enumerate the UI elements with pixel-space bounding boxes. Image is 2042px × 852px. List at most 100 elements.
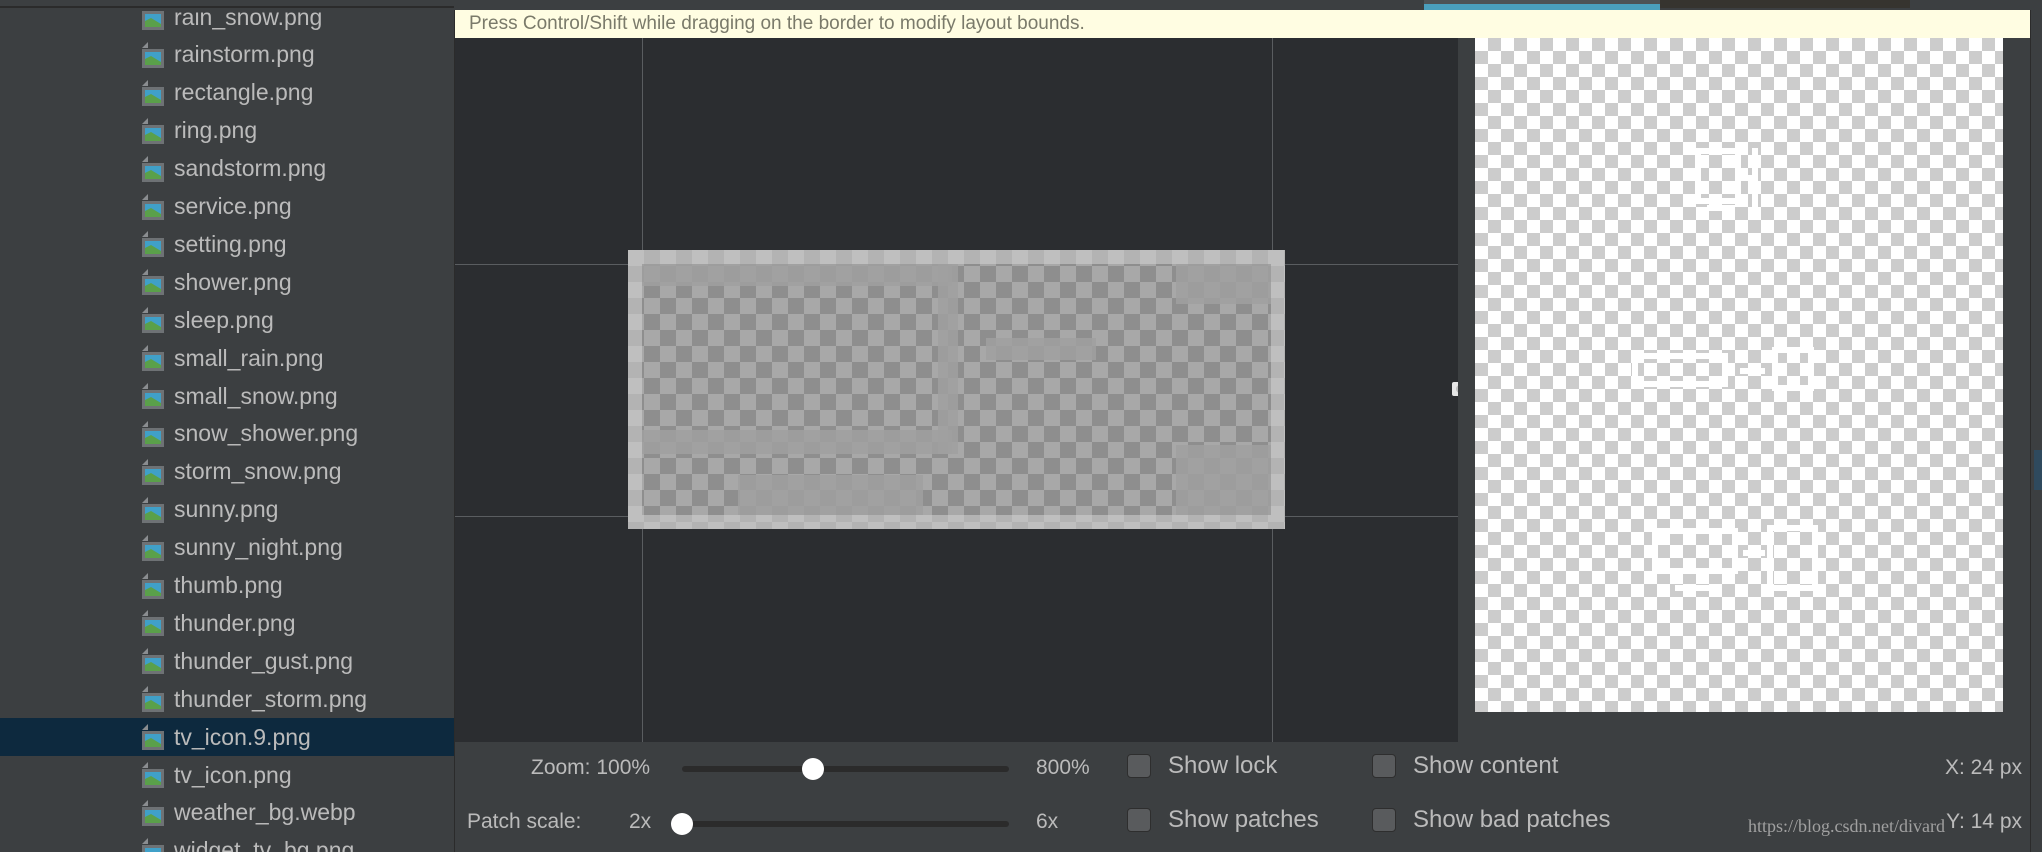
image-file-icon [142,648,164,675]
file-name: service.png [174,193,292,219]
file-tree-item[interactable]: thumb.png [0,567,454,605]
file-name: shower.png [174,268,292,295]
file-name: thunder.png [174,609,296,636]
image-region [1176,445,1271,515]
file-tree-item[interactable]: thunder_gust.png [0,642,454,680]
tv-icon-preview-small [1695,148,1758,211]
image-file-icon [142,307,164,334]
zoom-slider-thumb[interactable] [801,758,824,780]
file-tree-item[interactable]: sandstorm.png [0,150,454,188]
image-file-icon [142,534,164,561]
image-region [642,264,952,286]
zoom-slider[interactable] [682,766,1009,772]
show-content-label[interactable]: Show content [1413,752,1558,780]
file-tree-item[interactable]: rainstorm.png [0,36,454,74]
nine-patch-image[interactable] [628,250,1285,529]
file-name: ring.png [174,117,258,144]
file-tree-item[interactable]: tv_icon.png [0,756,454,794]
file-name: sunny_night.png [174,534,343,561]
file-name: snow_shower.png [174,420,359,447]
file-tree-item[interactable]: thunder.png [0,604,454,642]
file-tree-item[interactable]: sunny_night.png [0,529,454,567]
file-name: thunder_storm.png [174,685,368,712]
editor-hint-bar: Press Control/Shift while dragging on th… [455,10,2030,38]
stretch-preview [1475,38,2003,712]
file-name: small_rain.png [174,344,324,371]
image-file-icon [142,41,164,68]
file-tree-item[interactable]: storm_snow.png [0,453,454,491]
image-file-icon [142,496,164,523]
image-file-icon [142,762,164,788]
nine-patch-editor-canvas[interactable] [455,38,1458,742]
file-tree-item[interactable]: widget_tv_bg.png [0,832,454,852]
file-tree-item[interactable]: shower.png [0,263,454,301]
file-name: setting.png [174,230,287,257]
file-name: sandstorm.png [174,155,327,182]
image-file-icon [142,420,164,447]
tv-icon-preview-large [1652,525,1818,591]
file-tree-item[interactable]: tv_icon.9.png [0,718,454,757]
show-lock-label[interactable]: Show lock [1168,752,1277,780]
file-name: sleep.png [174,306,274,333]
image-file-icon [142,686,164,713]
show-lock-checkbox[interactable] [1127,754,1151,778]
image-file-icon [142,231,164,258]
file-tree-item[interactable]: setting.png [0,225,454,263]
image-region [986,338,1096,360]
x-coordinate-readout: X: 24 px [1944,756,2022,779]
file-tree-item[interactable]: sleep.png [0,301,454,339]
patch-scale-slider-thumb[interactable] [671,813,693,835]
patch-scale-max-label: 6x [1036,810,1059,833]
file-tree-item[interactable]: sunny.png [0,491,454,529]
image-file-icon [142,572,164,599]
image-file-icon [142,10,164,30]
file-tree-item[interactable]: snow_shower.png [0,415,454,453]
show-content-checkbox[interactable] [1372,754,1396,778]
patch-scale-min-label: 2x [629,810,652,833]
image-file-icon [142,610,164,637]
zoom-label: Zoom: 100% [531,756,651,779]
show-patches-checkbox[interactable] [1127,808,1151,832]
show-patches-label[interactable]: Show patches [1168,806,1319,834]
image-file-icon [142,79,164,106]
image-file-icon [142,345,164,372]
file-name: rectangle.png [174,79,314,106]
file-tree-item[interactable]: small_rain.png [0,339,454,377]
file-tree-item[interactable]: weather_bg.webp [0,794,454,832]
y-coordinate-readout: Y: 14 px [1946,810,2022,833]
image-region [738,475,923,515]
editor-tab-active[interactable] [1424,0,1660,10]
file-tree-item[interactable]: small_snow.png [0,377,454,415]
image-region [938,264,958,454]
image-region [642,430,952,454]
file-tree-item[interactable]: thunder_storm.png [0,680,454,718]
file-tree-item[interactable]: rectangle.png [0,74,454,112]
file-name: storm_snow.png [174,458,342,485]
show-bad-patches-checkbox[interactable] [1372,808,1396,832]
file-name: sunny.png [174,496,279,523]
editor-tab[interactable] [1660,0,1910,8]
file-name: tv_icon.9.png [174,723,311,750]
image-file-icon [142,458,164,485]
divider [0,6,454,8]
top-bar [0,0,2042,10]
image-file-icon [142,799,164,826]
file-name: weather_bg.webp [174,799,356,826]
image-file-icon [142,117,164,144]
file-tree-item[interactable]: rain_snow.png [0,10,454,36]
patch-scale-slider[interactable] [682,821,1009,827]
project-file-tree: rain_snow.png rainstorm.png rectangle.png r… [0,10,455,852]
file-tree-item[interactable]: service.png [0,188,454,226]
right-scrollbar[interactable] [2030,10,2042,852]
image-file-icon [142,269,164,296]
preview-panel [1458,38,2030,742]
file-name: small_snow.png [174,382,338,409]
show-bad-patches-label[interactable]: Show bad patches [1413,806,1610,834]
patch-scale-label: Patch scale: [467,810,582,833]
preview-icons [1632,148,1818,591]
image-file-icon [142,155,164,182]
file-name: tv_icon.png [174,761,292,788]
image-file-icon [142,383,164,409]
file-tree-item[interactable]: ring.png [0,112,454,150]
zoom-max-label: 800% [1036,756,1090,779]
